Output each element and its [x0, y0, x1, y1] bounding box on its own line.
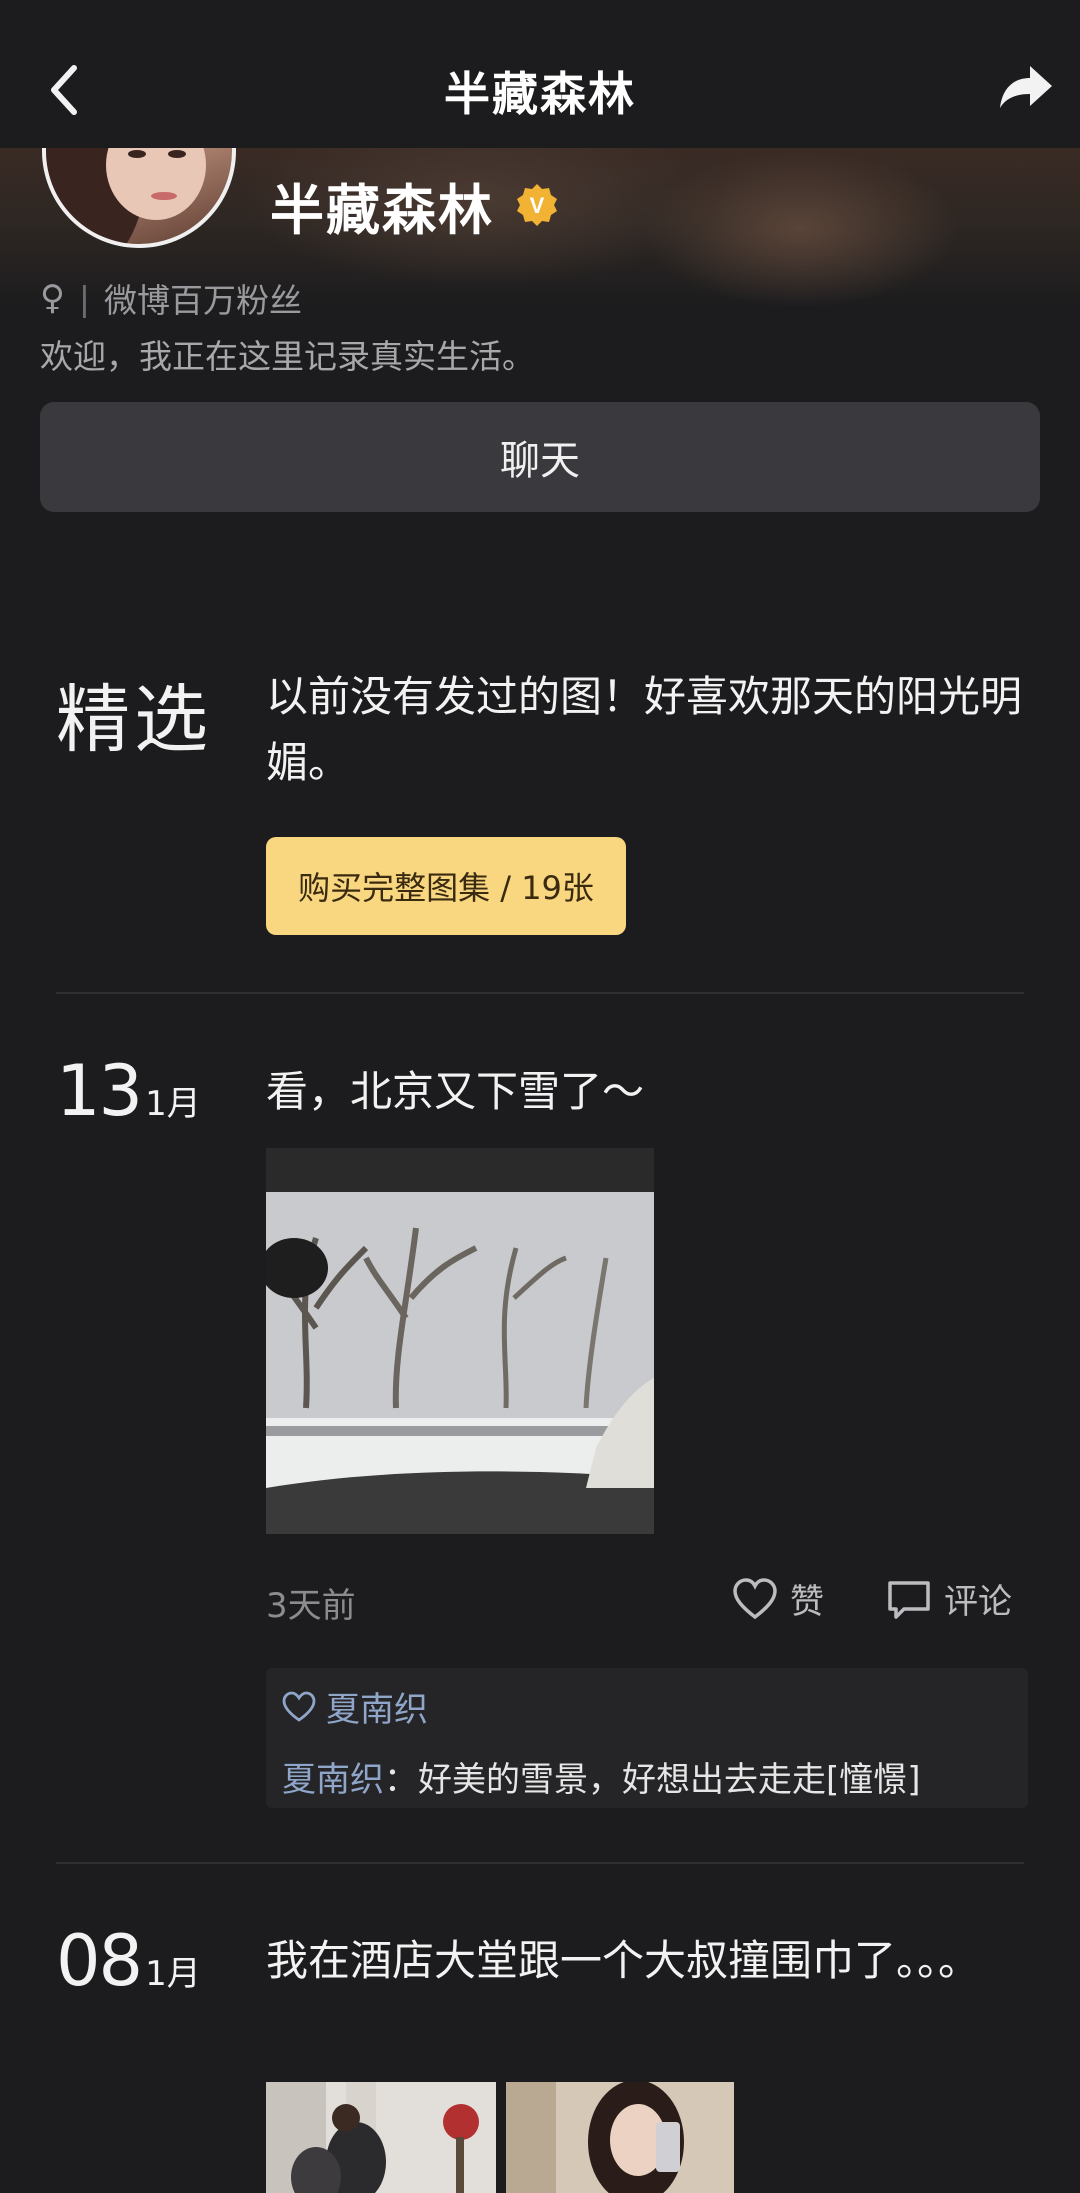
comment-button[interactable]: 评论 [886, 1574, 1012, 1623]
profile-name: 半藏森林 [270, 178, 494, 242]
buy-album-button[interactable]: 购买完整图集 / 19张 [266, 837, 626, 935]
comment-label: 评论 [944, 1582, 1012, 1622]
liker-name: 夏南织 [326, 1690, 428, 1730]
featured-text[interactable]: 以前没有发过的图！好喜欢那天的阳光明媚。 [266, 664, 1026, 796]
comment-icon [888, 1580, 930, 1619]
post-day: 08 [56, 1920, 143, 2002]
verified-icon: V [517, 184, 557, 226]
comment-box: 夏南织 夏南织：好美的雪景，好想出去走走[憧憬] [266, 1668, 1028, 1808]
like-label: 赞 [790, 1582, 824, 1622]
divider [56, 992, 1024, 994]
post-timestamp: 3天前 [266, 1586, 356, 1626]
post-image-lobby[interactable] [266, 2082, 496, 2193]
profile-meta: ♀ | 微博百万粉丝 [40, 274, 302, 322]
comment-text: 好美的雪景，好想出去走走[憧憬] [418, 1760, 921, 1800]
share-icon[interactable] [998, 62, 1054, 112]
chat-button[interactable]: 聊天 [40, 402, 1040, 512]
post-date: 08 1月 [56, 1920, 201, 2002]
comment-item[interactable]: 夏南织：好美的雪景，好想出去走走[憧憬] [282, 1752, 921, 1801]
divider [56, 1862, 1024, 1864]
heart-icon [733, 1577, 777, 1619]
post-text[interactable]: 我在酒店大堂跟一个大叔撞围巾了。。。 [266, 1928, 986, 1994]
svg-text:V: V [530, 193, 545, 218]
post-text[interactable]: 看，北京又下雪了～ [266, 1058, 1026, 1119]
page-title: 半藏森林 [444, 67, 636, 121]
post-image-selfie[interactable] [506, 2082, 734, 2193]
top-bar: 半藏森林 [0, 0, 1080, 148]
profile-name-row: 半藏森林 V [270, 170, 560, 242]
profile-tagline: 微博百万粉丝 [104, 281, 303, 320]
comment-author[interactable]: 夏南织 [282, 1760, 384, 1800]
meta-separator: | [78, 278, 91, 318]
female-icon: ♀ [40, 278, 65, 318]
featured-label: 精选 [56, 677, 212, 763]
post-date: 13 1月 [56, 1050, 201, 1132]
heart-icon [282, 1691, 316, 1722]
liked-by[interactable]: 夏南织 [282, 1682, 428, 1731]
like-button[interactable]: 赞 [732, 1574, 824, 1623]
post-month: 1月 [145, 1084, 201, 1124]
post-image-snow[interactable] [266, 1148, 654, 1534]
post-month: 1月 [145, 1954, 201, 1994]
comment-separator: ： [384, 1760, 418, 1800]
profile-bio: 欢迎，我正在这里记录真实生活。 [40, 337, 535, 376]
post-day: 13 [56, 1050, 143, 1132]
